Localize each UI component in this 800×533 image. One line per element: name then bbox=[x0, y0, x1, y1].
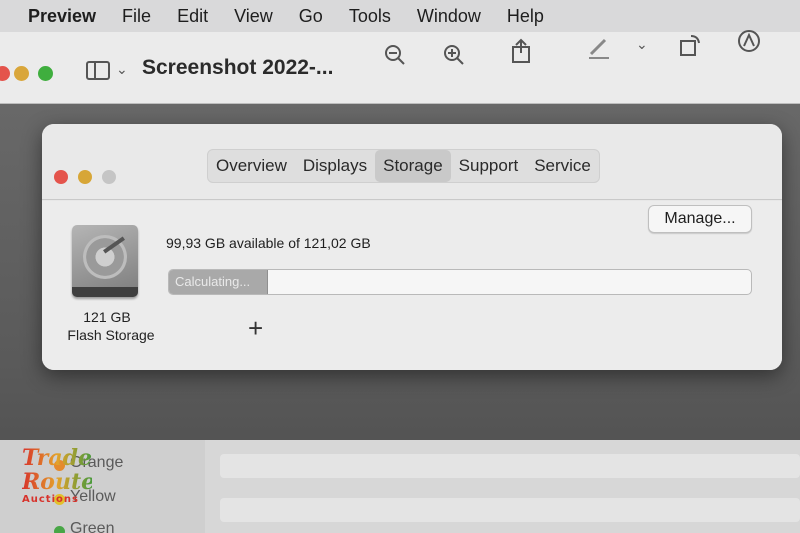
disk-size-label: 121 GB bbox=[83, 309, 131, 325]
menu-window[interactable]: Window bbox=[417, 6, 481, 27]
about-this-mac-window: Overview Displays Storage Support Servic… bbox=[42, 124, 782, 370]
tab-displays[interactable]: Displays bbox=[295, 150, 375, 182]
about-zoom-button[interactable] bbox=[102, 170, 116, 184]
tab-overview[interactable]: Overview bbox=[208, 150, 295, 182]
add-icon[interactable]: + bbox=[248, 315, 263, 341]
storage-panel: 121 GB Flash Storage 99,93 GB available … bbox=[42, 201, 782, 370]
about-tabs: Overview Displays Storage Support Servic… bbox=[207, 149, 600, 183]
about-minimize-button[interactable] bbox=[78, 170, 92, 184]
watermark-logo: Trade Route Auctions bbox=[22, 445, 96, 514]
menu-view[interactable]: View bbox=[234, 6, 273, 27]
markup-pen-icon[interactable] bbox=[586, 34, 612, 60]
menu-help[interactable]: Help bbox=[507, 6, 544, 27]
menu-edit[interactable]: Edit bbox=[177, 6, 208, 27]
hard-drive-icon bbox=[72, 225, 138, 297]
disk-type-label: Flash Storage bbox=[67, 327, 155, 343]
annotate-icon[interactable] bbox=[736, 28, 762, 54]
document-title: Screenshot 2022-... bbox=[142, 56, 334, 79]
zoom-out-icon[interactable] bbox=[383, 43, 407, 67]
chevron-down-icon[interactable]: ⌄ bbox=[116, 61, 128, 78]
tag-green-dot bbox=[54, 526, 65, 533]
sidebar-tag-green[interactable]: Green bbox=[70, 520, 114, 533]
storage-bar-fill: Calculating... bbox=[169, 270, 268, 294]
manage-button[interactable]: Manage... bbox=[648, 205, 752, 233]
minimize-button[interactable] bbox=[14, 66, 29, 81]
markup-chevron-icon[interactable]: ⌄ bbox=[636, 36, 648, 53]
tab-service[interactable]: Service bbox=[526, 150, 599, 182]
menu-go[interactable]: Go bbox=[299, 6, 323, 27]
storage-bar: Calculating... bbox=[168, 269, 752, 295]
rotate-icon[interactable] bbox=[678, 32, 704, 58]
zoom-button[interactable] bbox=[38, 66, 53, 81]
background-finder-window: Orange Yellow Green bbox=[0, 440, 800, 533]
list-item bbox=[220, 498, 800, 522]
zoom-in-icon[interactable] bbox=[442, 43, 466, 67]
about-window-header: Overview Displays Storage Support Servic… bbox=[42, 124, 782, 200]
list-item bbox=[220, 454, 800, 478]
menu-file[interactable]: File bbox=[122, 6, 151, 27]
watermark-line2: Route bbox=[22, 469, 96, 495]
tab-support[interactable]: Support bbox=[451, 150, 527, 182]
watermark-line3: Auctions bbox=[22, 494, 79, 505]
about-close-button[interactable] bbox=[54, 170, 68, 184]
menu-bar: Preview File Edit View Go Tools Window H… bbox=[0, 0, 800, 32]
menu-app-preview[interactable]: Preview bbox=[28, 6, 96, 27]
storage-available-text: 99,93 GB available of 121,02 GB bbox=[166, 235, 371, 251]
menu-tools[interactable]: Tools bbox=[349, 6, 391, 27]
watermark-line1: Trade bbox=[22, 445, 92, 471]
share-icon[interactable] bbox=[510, 38, 532, 64]
sidebar-toggle-icon[interactable] bbox=[86, 61, 110, 80]
tab-storage[interactable]: Storage bbox=[375, 150, 451, 182]
